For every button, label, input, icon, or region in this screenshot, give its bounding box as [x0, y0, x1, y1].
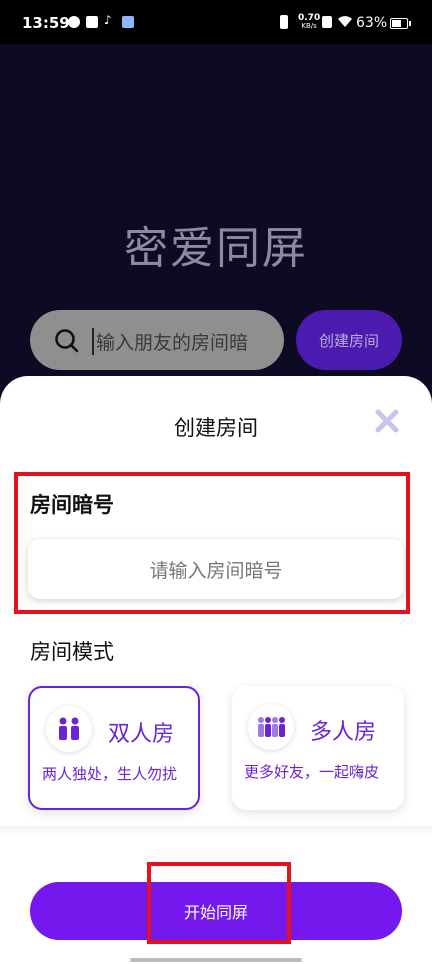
- search-icon: [54, 328, 80, 358]
- divider: [0, 826, 432, 836]
- couple-icon: [46, 706, 92, 752]
- highlight-start-button: [147, 862, 291, 944]
- vibrate-icon: [280, 15, 288, 29]
- app-title: 密爱同屏: [124, 223, 308, 274]
- status-time: 13:59: [22, 14, 70, 32]
- sheet-title: 创建房间: [174, 416, 258, 440]
- mode-description: 两人独处，生人勿扰: [42, 765, 178, 783]
- room-mode-label: 房间模式: [30, 640, 114, 664]
- create-room-sheet: 创建房间 房间暗号 请输入房间暗号 房间模式 双人房 两人独处，生人勿扰 多人房…: [0, 376, 432, 964]
- no-sim-icon: [322, 16, 332, 28]
- battery-percent: 63%: [356, 15, 388, 31]
- search-input[interactable]: 输入朋友的房间暗: [30, 310, 284, 370]
- status-bar: 13:59 ♪ 0.70 KB/s 63%: [0, 0, 432, 44]
- net-speed-value: 0.70: [298, 13, 321, 23]
- app-notification-icon: [68, 16, 80, 28]
- battery-icon: [390, 18, 411, 29]
- mode-name: 多人房: [310, 720, 377, 745]
- home-indicator[interactable]: [130, 958, 302, 962]
- wifi-icon: [337, 15, 353, 32]
- room-code-label: 房间暗号: [30, 493, 114, 517]
- room-code-input[interactable]: 请输入房间暗号: [28, 539, 404, 599]
- network-speed: 0.70 KB/s: [298, 13, 321, 31]
- mode-description: 更多好友，一起嗨皮: [244, 763, 380, 781]
- create-room-button[interactable]: 创建房间: [296, 310, 402, 370]
- tiktok-icon: ♪: [104, 13, 112, 27]
- mail-notification-icon: [86, 16, 98, 28]
- app-icon: [122, 16, 134, 28]
- search-text: 输入朋友的房间暗: [92, 328, 248, 355]
- mode-name: 双人房: [108, 722, 175, 747]
- mode-card-multi[interactable]: 多人房 更多好友，一起嗨皮: [232, 686, 404, 810]
- group-icon: [248, 704, 294, 750]
- close-button[interactable]: [374, 408, 400, 434]
- net-speed-unit: KB/s: [301, 22, 317, 30]
- close-icon: [375, 409, 399, 433]
- mode-card-double[interactable]: 双人房 两人独处，生人勿扰: [28, 686, 200, 810]
